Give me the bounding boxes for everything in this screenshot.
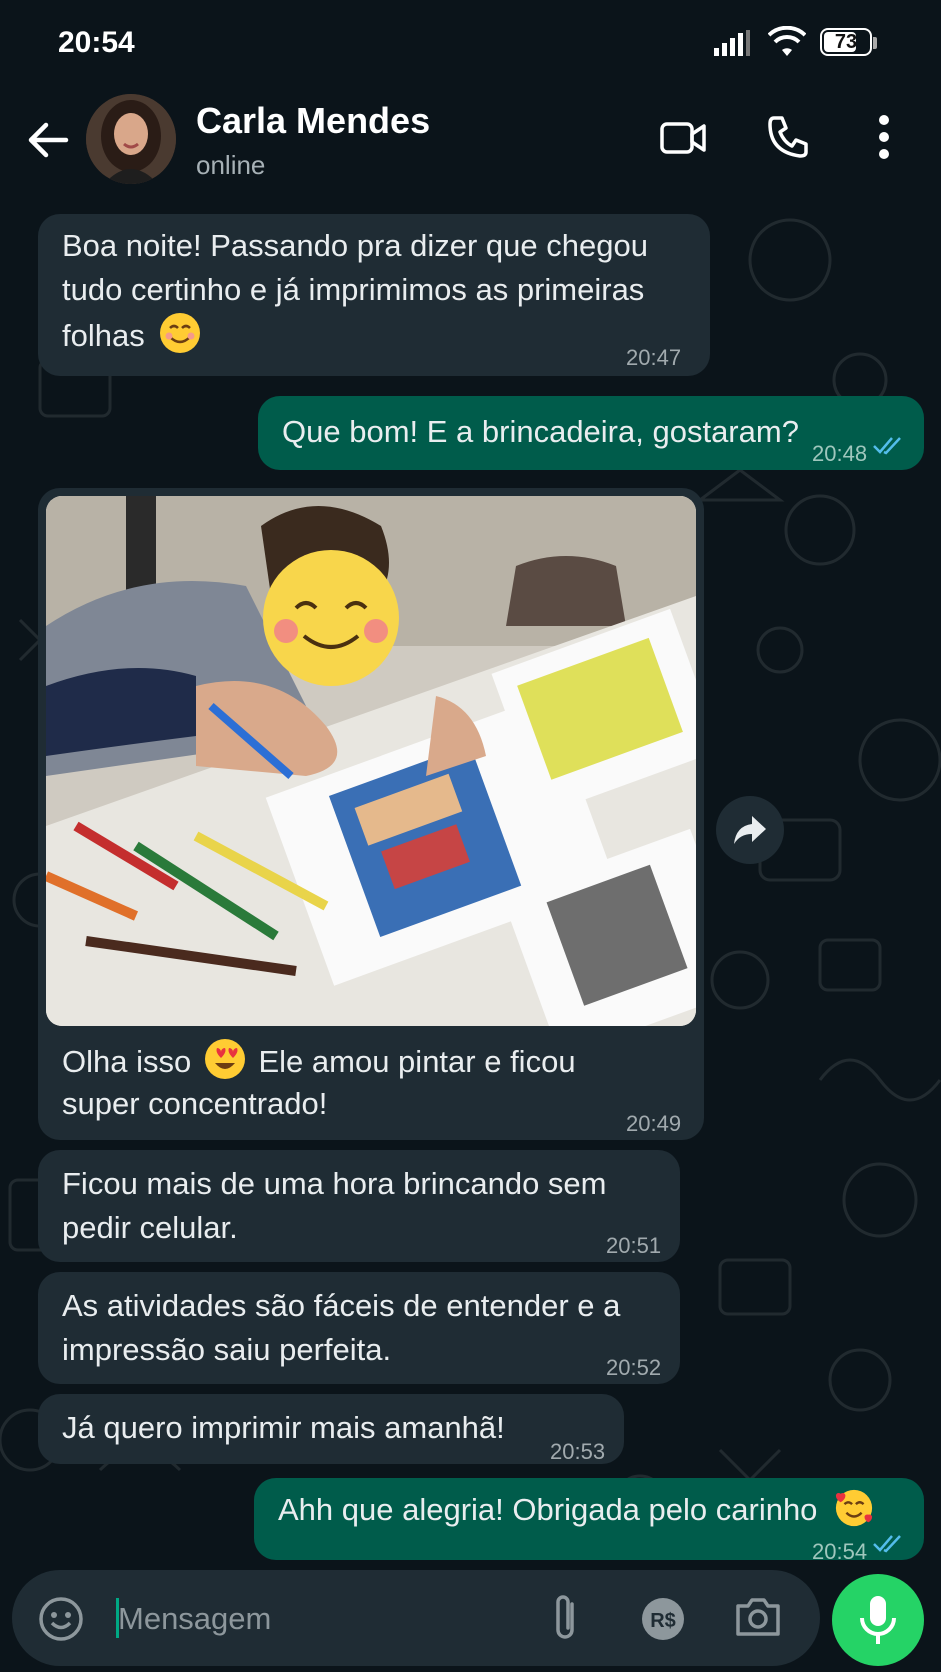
photo-image [46, 496, 696, 1026]
message-bubble-incoming[interactable]: Ficou mais de uma hora brincando sem ped… [38, 1150, 680, 1262]
contact-status: online [196, 150, 266, 180]
message-input[interactable] [116, 1594, 540, 1644]
message-bubble-outgoing[interactable]: Ahh que alegria! Obrigada pelo carinho 2… [254, 1478, 924, 1564]
message-bubble-photo[interactable]: Olha isso Ele amou pintar e ficou super … [38, 488, 704, 1140]
message-time: 20:51 [606, 1233, 662, 1258]
message-time: 20:54 [812, 1539, 868, 1564]
microphone-icon [860, 1596, 896, 1644]
message-time: 20:53 [550, 1439, 606, 1464]
message-text: Ele amou pintar e ficou [258, 1044, 576, 1079]
avatar[interactable] [86, 94, 176, 184]
message-bubble-incoming[interactable]: Já quero imprimir mais amanhã! 20:53 [38, 1394, 624, 1464]
more-vertical-icon[interactable] [876, 114, 892, 160]
message-bubble-outgoing[interactable]: Que bom! E a brincadeira, gostaram? 20:4… [258, 396, 924, 470]
avatar-image [86, 94, 176, 184]
chat-header: Carla Mendes online [0, 86, 941, 196]
wifi-icon [768, 26, 806, 56]
video-call-icon[interactable] [660, 118, 706, 158]
message-line: impressão saiu perfeita. [62, 1332, 392, 1367]
message-time: 20:52 [606, 1355, 662, 1380]
message-bubble-incoming[interactable]: As atividades são fáceis de entender e a… [38, 1272, 680, 1384]
smiling-face-emoji-icon [160, 313, 201, 353]
message-bubble-incoming[interactable]: Boa noite! Passando pra dizer que chegou… [38, 214, 710, 376]
camera-icon[interactable] [734, 1594, 782, 1640]
message-line: super concentrado! [62, 1086, 328, 1121]
battery-percent: 73 [834, 31, 858, 53]
forward-button[interactable] [716, 796, 784, 864]
battery-tip [873, 37, 877, 49]
message-time: 20:49 [626, 1111, 682, 1136]
status-time: 20:54 [58, 26, 135, 59]
message-text: Olha isso [62, 1044, 192, 1079]
svg-text:R$: R$ [650, 1610, 676, 1632]
message-time: 20:48 [812, 441, 868, 466]
emoji-icon[interactable] [38, 1596, 84, 1642]
message-line: Olha isso Ele amou pintar e ficou [62, 1038, 576, 1084]
message-line: pedir celular. [62, 1210, 238, 1245]
back-arrow-icon[interactable] [22, 114, 74, 166]
message-line: As atividades são fáceis de entender e a [62, 1288, 621, 1323]
forward-icon [734, 816, 766, 844]
message-line: Ahh que alegria! Obrigada pelo carinho [278, 1488, 874, 1532]
signal-icon [714, 30, 750, 56]
message-text: Já quero imprimir mais amanhã! [62, 1410, 505, 1445]
message-text: Ahh que alegria! Obrigada pelo carinho [278, 1492, 818, 1527]
message-line: folhas [62, 312, 201, 358]
text-caret [116, 1598, 119, 1638]
read-ticks-icon [873, 1535, 901, 1553]
message-line: tudo certinho e já imprimimos as primeir… [62, 272, 645, 307]
message-composer: R$ [12, 1570, 820, 1666]
message-text: Que bom! E a brincadeira, gostaram? [282, 414, 799, 449]
read-ticks-icon [873, 437, 901, 455]
message-line: Ficou mais de uma hora brincando sem [62, 1166, 607, 1201]
contact-name[interactable]: Carla Mendes [196, 100, 430, 142]
message-time: 20:47 [626, 345, 682, 370]
paperclip-icon[interactable] [548, 1592, 582, 1644]
phone-icon[interactable] [766, 114, 810, 158]
message-photo[interactable] [46, 496, 696, 1026]
message-text: folhas [62, 318, 145, 353]
status-bar: 20:54 73 [0, 0, 941, 86]
smiling-face-with-hearts-emoji-icon [835, 1489, 873, 1527]
microphone-button[interactable] [832, 1574, 924, 1666]
pix-rs-icon[interactable]: R$ [640, 1596, 686, 1642]
battery-icon: 73 [820, 28, 872, 56]
message-line: Boa noite! Passando pra dizer que chegou [62, 228, 648, 263]
heart-eyes-emoji-icon [204, 1039, 245, 1079]
